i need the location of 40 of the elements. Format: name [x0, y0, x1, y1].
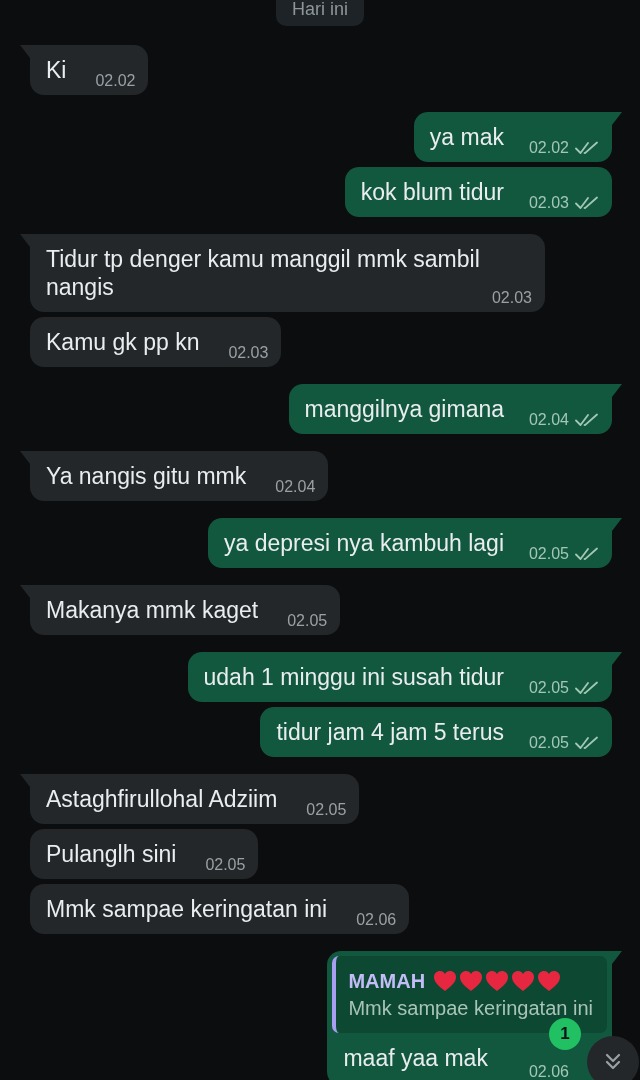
heart-icon: [537, 970, 562, 992]
message-text: Ki: [46, 57, 67, 83]
message-time: 02.05: [205, 855, 246, 875]
quote-text: Mmk sampae keringatan ini: [348, 996, 593, 1021]
message-text: Kamu gk pp kn: [46, 329, 200, 355]
message-text: kok blum tidur: [360, 179, 504, 205]
heart-icon: [433, 970, 458, 992]
message-time: 02.02: [95, 71, 136, 91]
heart-icon: [511, 970, 536, 992]
message-time: 02.05: [528, 544, 569, 564]
message-text: Ya nangis gitu mmk: [46, 463, 247, 489]
message-text: Astaghfirullohal Adziim: [46, 786, 278, 812]
message-time: 02.04: [528, 410, 569, 430]
message-text: Mmk sampae keringatan ini: [46, 896, 328, 922]
message-time: 02.03: [528, 193, 569, 213]
message-text: ya depresi nya kambuh lagi: [224, 530, 504, 556]
message-text: maaf yaa mak: [343, 1045, 488, 1071]
date-chip: Hari ini: [276, 0, 364, 26]
message-time: 02.05: [287, 611, 328, 631]
message-text: Tidur tp denger kamu manggil mmk sambil nangis: [46, 246, 480, 300]
message-text: manggilnya gimana: [304, 396, 504, 422]
double-chevron-down-icon: [603, 1052, 623, 1072]
message-time: 02.06: [356, 910, 397, 930]
message-text: Pulanglh sini: [46, 841, 177, 867]
message-text: Makanya mmk kaget: [46, 597, 259, 623]
message-time: 02.05: [306, 800, 347, 820]
message-time: 02.03: [491, 288, 532, 308]
message-time: 02.06: [528, 1062, 569, 1080]
message-time: 02.04: [275, 477, 316, 497]
heart-icon: [485, 970, 510, 992]
message-text: tidur jam 4 jam 5 terus: [276, 719, 504, 745]
scroll-down-button[interactable]: [587, 1036, 639, 1080]
message-text: udah 1 minggu ini susah tidur: [203, 664, 504, 690]
message-time: 02.02: [528, 138, 569, 158]
message-time: 02.03: [228, 343, 269, 363]
message-text: ya mak: [429, 124, 504, 150]
quote-author: MAMAH: [348, 969, 426, 994]
heart-icon: [459, 970, 484, 992]
message-time: 02.05: [528, 733, 569, 753]
message-time: 02.05: [528, 678, 569, 698]
